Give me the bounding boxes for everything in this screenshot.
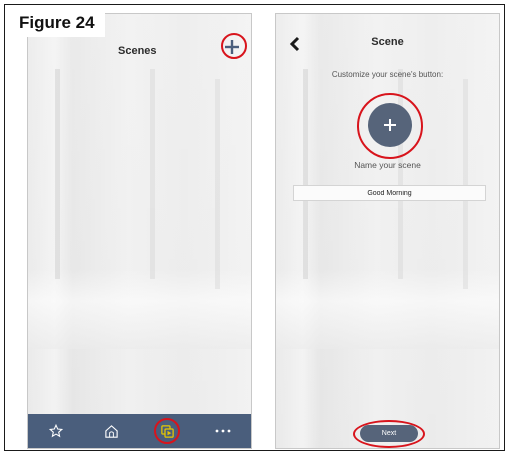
scene-title: Scene <box>371 36 404 48</box>
customize-label: Customize your scene's button: <box>331 70 444 79</box>
figure-label: Figure 24 <box>11 10 105 37</box>
scenes-icon <box>161 424 174 438</box>
next-button[interactable]: Next <box>360 425 418 442</box>
scene-editor-screen: Scene Customize your scene's button: Nam… <box>275 13 500 449</box>
nav-home[interactable] <box>97 417 127 445</box>
plus-icon <box>384 119 396 131</box>
scene-icon-button[interactable] <box>368 103 412 147</box>
back-button[interactable] <box>288 36 302 52</box>
scenes-screen: Scenes <box>27 13 252 449</box>
add-scene-button[interactable] <box>221 36 243 58</box>
plus-icon <box>225 40 239 54</box>
nav-favorites[interactable] <box>41 417 71 445</box>
scene-name-input[interactable] <box>293 185 486 201</box>
bottom-nav-bar <box>28 414 251 448</box>
name-scene-label: Name your scene <box>354 160 421 170</box>
figure-frame: Figure 24 Scenes Scene Customize your sc… <box>4 4 505 451</box>
nav-scenes[interactable] <box>152 417 182 445</box>
star-outline-icon <box>48 424 63 438</box>
chevron-left-icon <box>289 36 300 52</box>
nav-more[interactable] <box>208 417 238 445</box>
scenes-title: Scenes <box>118 45 157 57</box>
more-dots-icon <box>215 429 231 433</box>
house-outline-icon <box>105 424 118 438</box>
